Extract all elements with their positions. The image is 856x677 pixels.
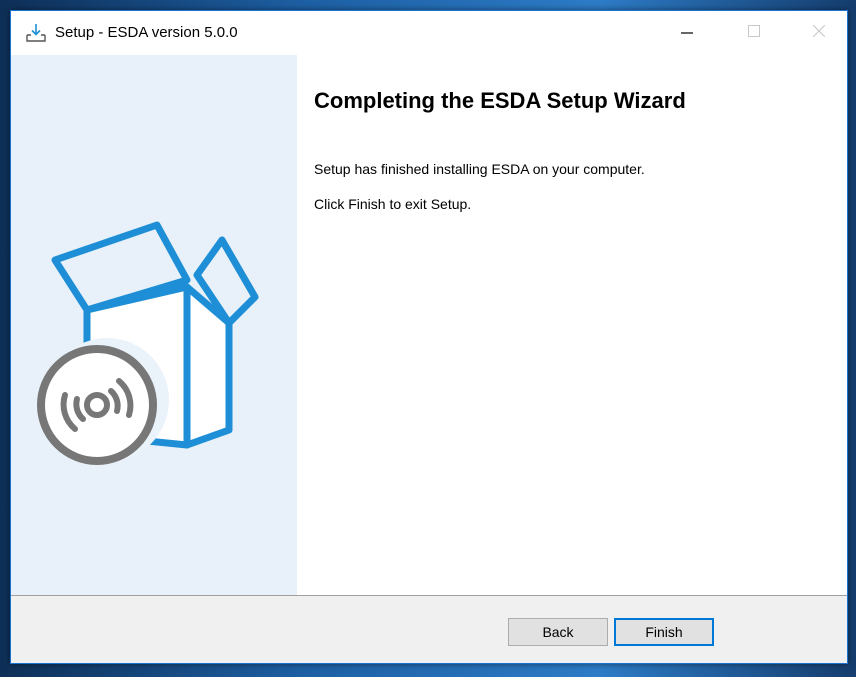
minimize-icon xyxy=(681,32,693,34)
back-button[interactable]: Back xyxy=(508,618,608,646)
maximize-icon xyxy=(748,25,760,37)
minimize-button[interactable] xyxy=(664,11,710,51)
finish-button[interactable]: Finish xyxy=(614,618,714,646)
page-title: Completing the ESDA Setup Wizard xyxy=(314,88,686,113)
setup-window: Setup - ESDA version 5.0.0 Completing th… xyxy=(10,10,848,664)
maximize-button[interactable] xyxy=(731,11,777,51)
wizard-content: Completing the ESDA Setup Wizard Setup h… xyxy=(297,55,847,595)
software-box-illustration xyxy=(37,221,259,465)
button-bar: Back Finish xyxy=(11,595,847,663)
finished-message: Setup has finished installing ESDA on yo… xyxy=(314,161,645,177)
wizard-sidebar xyxy=(11,55,297,595)
title-bar[interactable]: Setup - ESDA version 5.0.0 xyxy=(11,11,847,55)
download-tray-icon xyxy=(26,24,46,42)
window-title: Setup - ESDA version 5.0.0 xyxy=(55,24,238,41)
exit-instruction: Click Finish to exit Setup. xyxy=(314,196,472,212)
close-icon xyxy=(813,25,825,37)
close-button[interactable] xyxy=(796,11,842,51)
